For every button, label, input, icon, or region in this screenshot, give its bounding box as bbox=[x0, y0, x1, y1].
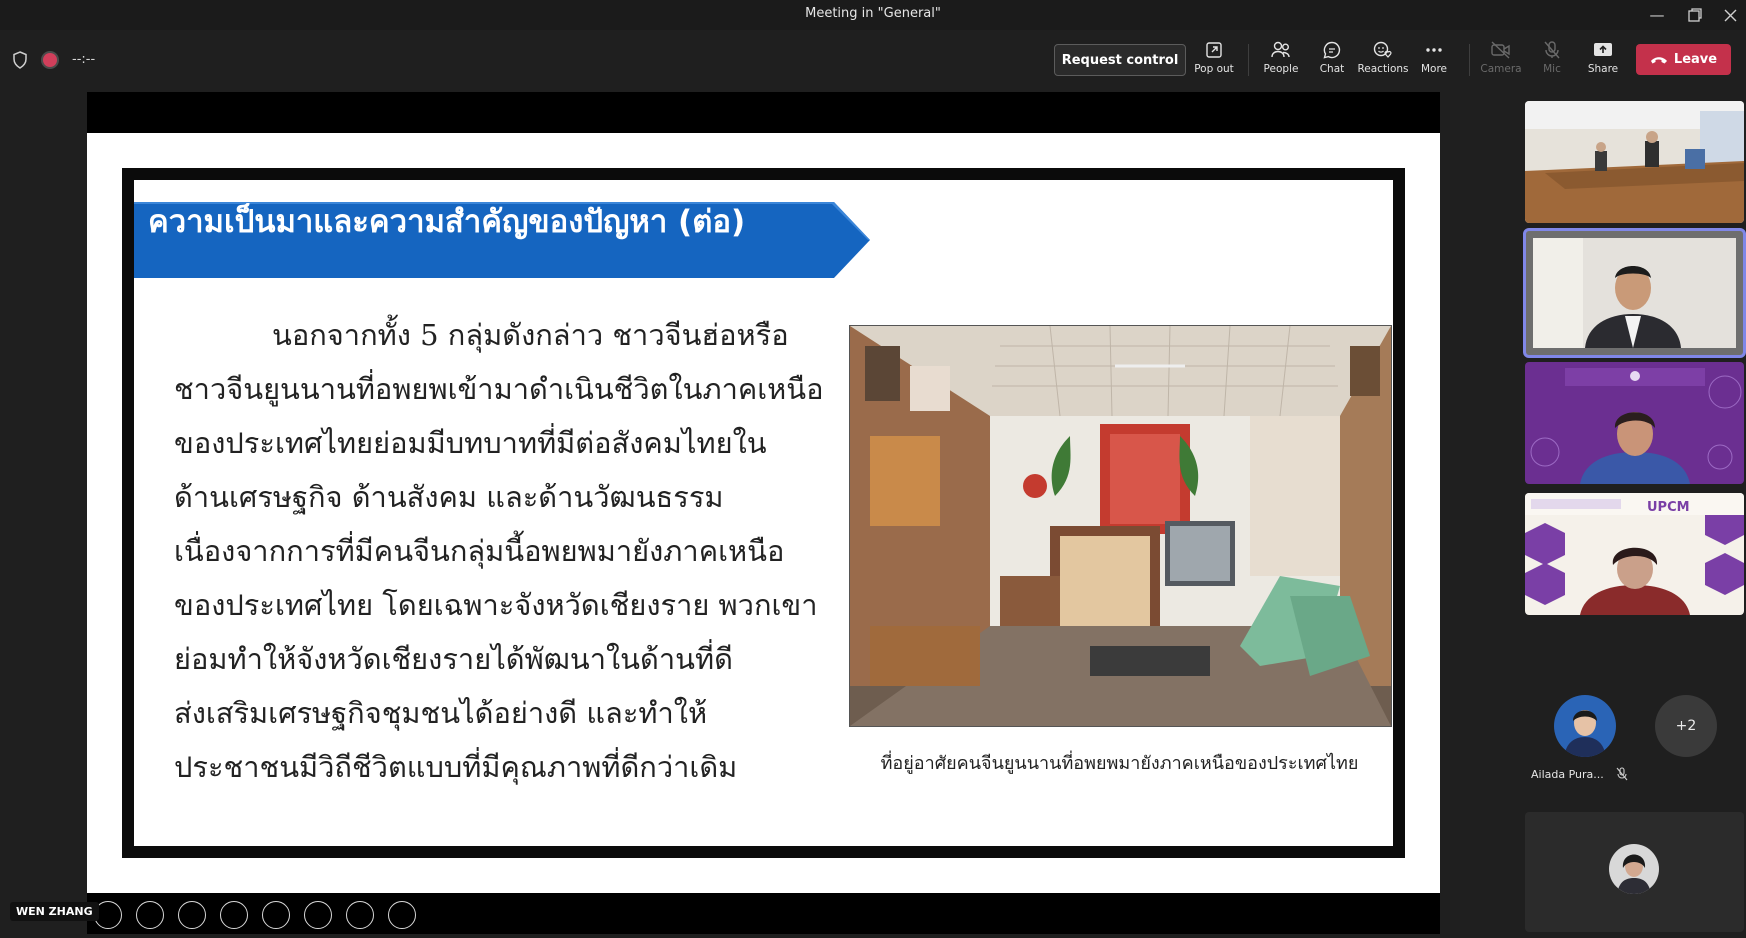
participant-video-tile[interactable] bbox=[1523, 228, 1746, 358]
minimize-icon: — bbox=[1649, 6, 1665, 24]
chat-button[interactable]: Chat bbox=[1305, 40, 1359, 84]
slide-line: ส่งเสริมเศรษฐกิจชุมชนได้อย่างดี และทำให้ bbox=[174, 696, 708, 730]
participant-video-tile[interactable]: UPCM bbox=[1525, 493, 1744, 615]
people-button[interactable]: People bbox=[1254, 40, 1308, 84]
leave-label: Leave bbox=[1673, 52, 1718, 67]
avatar-photo bbox=[1609, 844, 1659, 894]
pen-icon[interactable] bbox=[178, 901, 206, 929]
restore-icon bbox=[1688, 8, 1702, 22]
photo-caption: ที่อยู่อาศัยคนจีนยูนนานที่อพยพมายังภาคเห… bbox=[880, 753, 1359, 774]
more-icon bbox=[1426, 48, 1442, 52]
slides-icon[interactable] bbox=[220, 901, 248, 929]
more-button[interactable]: More bbox=[1407, 40, 1461, 84]
slide-body-text: นอกจากทั้ง 5 กลุ่มดังกล่าว ชาวจีนฮ่อหรือ… bbox=[174, 308, 829, 794]
slide-line: ย่อมทำให้จังหวัดเชียงรายได้พัฒนาในด้านที… bbox=[174, 642, 733, 676]
participant-name: Ailada Pura... bbox=[1531, 768, 1604, 781]
participant-video-tile[interactable] bbox=[1525, 362, 1744, 484]
conference-room-video bbox=[1525, 101, 1744, 223]
toolbar-separator bbox=[1469, 44, 1470, 76]
camera-label: Camera bbox=[1480, 63, 1522, 75]
shield-icon bbox=[13, 51, 27, 69]
phone-hangup-icon bbox=[1650, 56, 1667, 63]
share-icon bbox=[1594, 43, 1612, 56]
slide-line: ของประเทศไทย โดยเฉพาะจังหวัดเชียงราย พวก… bbox=[174, 588, 818, 622]
participant-purple-video bbox=[1525, 362, 1744, 484]
camera-button[interactable]: Camera bbox=[1474, 40, 1528, 84]
window-title: Meeting in "General" bbox=[805, 6, 941, 21]
pop-out-icon bbox=[1206, 42, 1222, 58]
meeting-toolbar: --:-- Request control Pop out People Cha… bbox=[0, 30, 1746, 90]
slide-line: ประชาชนมีวิถีชีวิตแบบที่มีคุณภาพที่ดีกว่… bbox=[174, 750, 738, 784]
minimize-button[interactable]: — bbox=[1638, 0, 1676, 30]
next-slide-icon[interactable] bbox=[136, 901, 164, 929]
slide-line: นอกจากทั้ง 5 กลุ่มดังกล่าว ชาวจีนฮ่อหรือ bbox=[272, 318, 789, 352]
reactions-icon bbox=[1373, 41, 1392, 58]
slide-line: ด้านเศรษฐกิจ ด้านสังคม และด้านวัฒนธรรม bbox=[174, 480, 724, 514]
reactions-button[interactable]: Reactions bbox=[1356, 40, 1410, 84]
share-label: Share bbox=[1587, 63, 1619, 75]
meeting-timer: --:-- bbox=[72, 52, 96, 67]
people-icon bbox=[1271, 41, 1290, 58]
house-interior-photo bbox=[849, 325, 1392, 727]
reactions-label: Reactions bbox=[1357, 63, 1409, 75]
chat-label: Chat bbox=[1319, 63, 1345, 75]
presentation-slide: ความเป็นมาและความสำคัญของปัญหา (ต่อ) นอก… bbox=[87, 133, 1440, 929]
recording-indicator bbox=[43, 53, 57, 67]
slide-frame: ความเป็นมาและความสำคัญของปัญหา (ต่อ) นอก… bbox=[122, 168, 1405, 858]
leave-button[interactable]: Leave bbox=[1636, 44, 1731, 75]
pop-out-button[interactable]: Pop out bbox=[1187, 40, 1241, 84]
video-icon[interactable] bbox=[346, 901, 374, 929]
restore-button[interactable] bbox=[1676, 0, 1714, 30]
more-options-icon[interactable] bbox=[388, 901, 416, 929]
avatar-photo bbox=[1554, 695, 1616, 757]
close-window-button[interactable] bbox=[1711, 0, 1746, 30]
slide-controls bbox=[94, 901, 416, 929]
speaker-video bbox=[1525, 230, 1744, 356]
slide-line: ของประเทศไทยย่อมมีบทบาทที่มีต่อสังคมไทยใ… bbox=[174, 426, 767, 460]
upcm-logo-text: UPCM bbox=[1647, 500, 1690, 515]
slide-line: เนื่องจากการที่มีคนจีนกลุ่มนี้อพยพมายังภ… bbox=[174, 534, 785, 568]
slide-content: ความเป็นมาและความสำคัญของปัญหา (ต่อ) นอก… bbox=[134, 180, 1393, 846]
more-participants-button[interactable]: +2 bbox=[1655, 695, 1717, 757]
request-control-button[interactable]: Request control bbox=[1054, 44, 1186, 76]
participant-avatar bbox=[1609, 844, 1659, 894]
mic-button[interactable]: Mic bbox=[1525, 40, 1579, 84]
participant-video-tile[interactable] bbox=[1525, 812, 1744, 932]
people-label: People bbox=[1263, 63, 1299, 75]
participant-upcm-video: UPCM bbox=[1525, 493, 1744, 615]
slide-line: ชาวจีนยูนนานที่อพยพเข้ามาดำเนินชีวิตในภา… bbox=[174, 372, 824, 406]
camera-off-icon bbox=[1491, 41, 1510, 59]
zoom-icon[interactable] bbox=[262, 901, 290, 929]
share-button[interactable]: Share bbox=[1576, 40, 1630, 84]
more-label: More bbox=[1420, 63, 1448, 75]
slide-heading: ความเป็นมาและความสำคัญของปัญหา (ต่อ) bbox=[148, 204, 746, 240]
meeting-stage: ความเป็นมาและความสำคัญของปัญหา (ต่อ) นอก… bbox=[0, 90, 1508, 938]
toolbar-separator bbox=[1248, 44, 1249, 76]
shared-screen: ความเป็นมาและความสำคัญของปัญหา (ต่อ) นอก… bbox=[87, 92, 1440, 934]
close-icon bbox=[1724, 9, 1736, 21]
subtitles-icon[interactable] bbox=[304, 901, 332, 929]
mic-label: Mic bbox=[1543, 63, 1561, 75]
chat-icon bbox=[1323, 41, 1341, 59]
pop-out-label: Pop out bbox=[1194, 63, 1234, 75]
participant-avatar[interactable] bbox=[1554, 695, 1616, 757]
title-bar: Meeting in "General" — bbox=[0, 0, 1746, 30]
presenter-name-label: WEN ZHANG bbox=[10, 902, 99, 921]
mic-muted-icon bbox=[1616, 767, 1628, 781]
mic-off-icon bbox=[1544, 41, 1560, 59]
participant-video-tile[interactable] bbox=[1525, 101, 1744, 223]
participant-gallery: UPCM +2 Ailada Pura... bbox=[1508, 90, 1746, 938]
